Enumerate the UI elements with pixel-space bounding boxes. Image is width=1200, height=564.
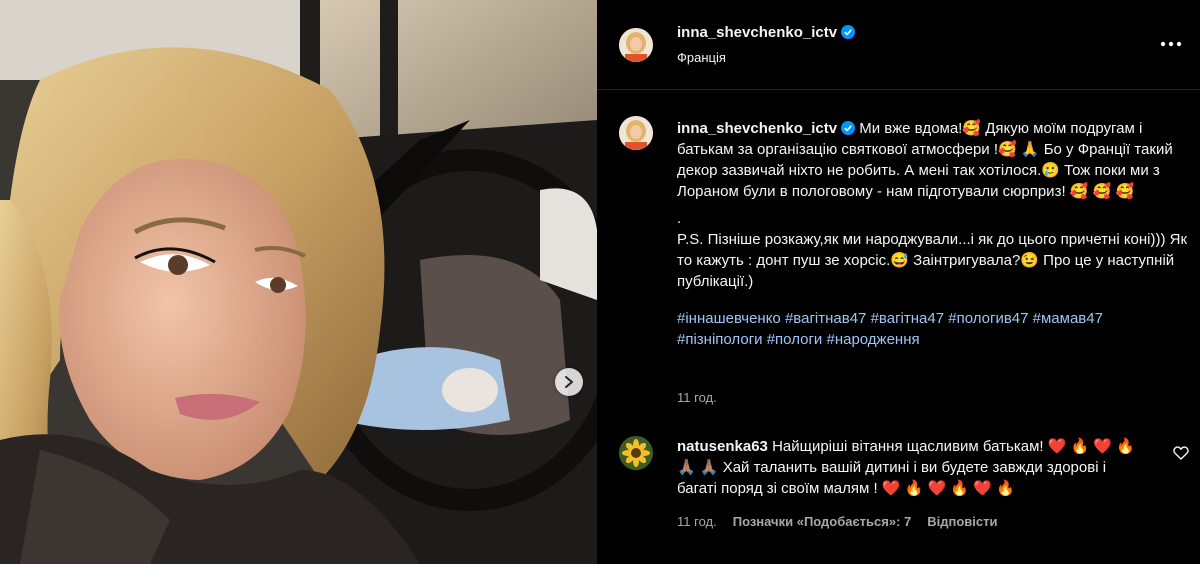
header-username-row: inna_shevchenko_ictv (677, 24, 856, 42)
post-photo (0, 0, 597, 564)
commenter-username[interactable]: natusenka63 (677, 438, 768, 455)
chevron-right-icon (565, 376, 573, 388)
commenter-avatar[interactable] (619, 436, 653, 470)
hashtag-list: #іннашевченко #вагітнав47 #вагітна47 #по… (677, 308, 1189, 350)
caption-username[interactable]: inna_shevchenko_ictv (677, 120, 837, 137)
post-caption: inna_shevchenko_ictv Ми вже вдома!🥰 Дяку… (677, 118, 1189, 350)
post-timestamp[interactable]: 11 год. (677, 390, 717, 405)
caption-paragraph-1: inna_shevchenko_ictv Ми вже вдома!🥰 Дяку… (677, 118, 1189, 202)
hashtag-link[interactable]: #вагітна47 (871, 310, 944, 327)
post-location[interactable]: Франція (677, 50, 726, 65)
hashtag-link[interactable]: #вагітнав47 (785, 310, 866, 327)
verified-badge-icon (841, 25, 856, 39)
post-side-panel: inna_shevchenko_ictv Франція inna_shevch… (597, 0, 1200, 564)
caption-avatar[interactable] (619, 116, 653, 150)
more-horizontal-icon[interactable] (1159, 34, 1183, 54)
selfie-photo-image (0, 0, 597, 564)
hashtag-link[interactable]: #пологив47 (948, 310, 1028, 327)
hashtag-link[interactable]: #пологи (767, 331, 823, 348)
reply-button[interactable]: Відповісти (927, 514, 997, 529)
hashtag-link[interactable]: #народження (826, 331, 919, 348)
heart-outline-icon[interactable] (1173, 446, 1189, 460)
post-header: inna_shevchenko_ictv Франція (597, 0, 1200, 90)
verified-badge-icon (841, 121, 856, 135)
comment-timestamp[interactable]: 11 год. (677, 514, 717, 529)
avatar-image (619, 116, 653, 150)
hashtag-link[interactable]: #іннашевченко (677, 310, 781, 327)
hashtag-link[interactable]: #мамав47 (1033, 310, 1103, 327)
caption-text-2: . (677, 210, 682, 227)
comment-likes-link[interactable]: Позначки «Подобається»: 7 (733, 514, 912, 529)
avatar-image (619, 436, 653, 470)
author-username[interactable]: inna_shevchenko_ictv (677, 24, 837, 41)
caption-text-3: P.S. Пізніше розкажу,як ми народжували..… (677, 231, 1188, 290)
instagram-post-view: inna_shevchenko_ictv Франція inna_shevch… (0, 0, 1200, 564)
comment-meta: 11 год. Позначки «Подобається»: 7 Відпов… (677, 514, 998, 529)
next-slide-button[interactable] (555, 368, 583, 396)
hashtag-link[interactable]: #пізніпологи (677, 331, 763, 348)
comment-item: natusenka63 Найщиріші вітання щасливим б… (677, 436, 1147, 499)
author-avatar[interactable] (619, 28, 653, 62)
avatar-image (619, 28, 653, 62)
